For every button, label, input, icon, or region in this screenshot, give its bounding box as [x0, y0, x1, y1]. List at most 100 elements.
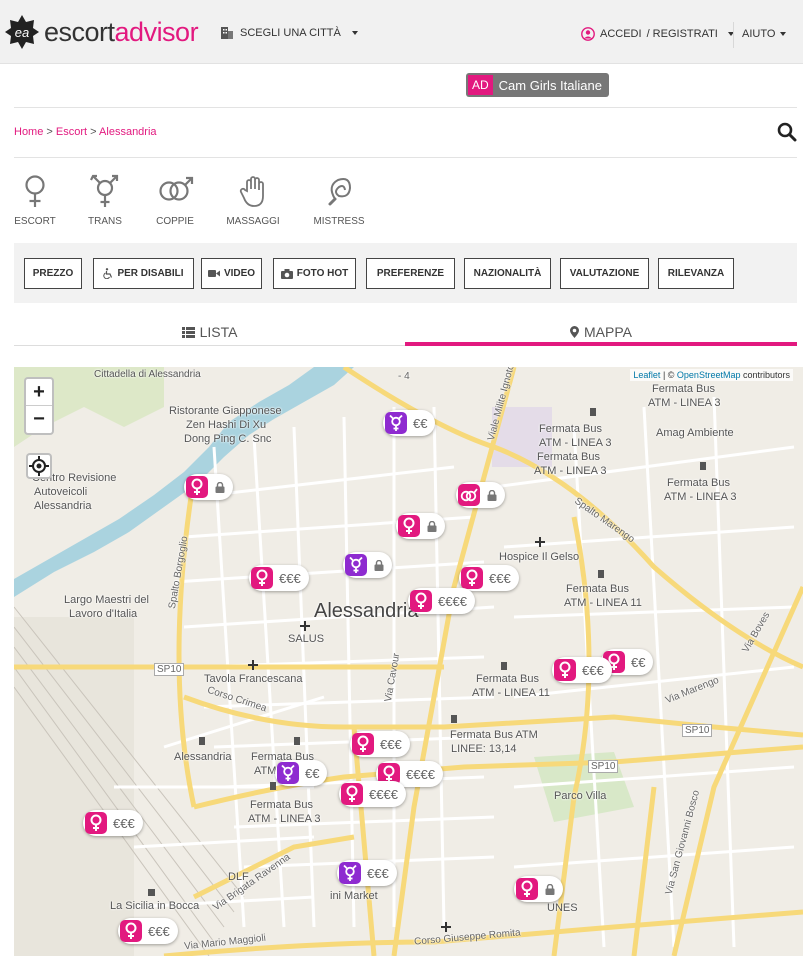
login-link[interactable]: ACCEDI [600, 28, 642, 40]
category-trans[interactable]: TRANS [75, 174, 135, 227]
map-pin-icon [570, 326, 579, 338]
search-icon[interactable] [777, 122, 797, 142]
breadcrumb-city[interactable]: Alessandria [99, 126, 156, 138]
divider [14, 157, 797, 158]
lock-icon [487, 489, 497, 501]
category-massaggi[interactable]: MASSAGGI [223, 174, 283, 227]
map-marker[interactable]: €€€€ [339, 781, 406, 807]
wheelchair-icon [103, 268, 113, 279]
map-label: Fermata Bus ATM [450, 729, 538, 741]
camera-icon [280, 268, 293, 279]
map-label: Fermata Bus [652, 383, 715, 395]
crosshair-icon [29, 456, 49, 476]
map-label: Autoveicoli [34, 486, 88, 498]
video-camera-icon [207, 270, 220, 277]
filter-preferences-button[interactable]: PREFERENZE [366, 258, 455, 289]
map-marker[interactable]: €€€ [350, 731, 410, 757]
map-marker[interactable]: €€€ [249, 565, 309, 591]
logo-badge-icon: ea [5, 15, 39, 49]
filter-bar: PREZZO PER DISABILI VIDEO FOTO HOT PREFE… [14, 243, 797, 303]
filter-nationality-button[interactable]: NAZIONALITÀ [464, 258, 551, 289]
attribution-text: contributors [740, 370, 790, 380]
map-label: ATM - LINEA 3 [539, 437, 612, 449]
filter-rating-button[interactable]: VALUTAZIONE [560, 258, 649, 289]
user-icon [581, 27, 595, 41]
list-icon [181, 326, 195, 338]
map-view[interactable]: - 4 Cittadella di Alessandria Ristorante… [14, 367, 803, 956]
filter-disabled-button[interactable]: PER DISABILI [93, 258, 194, 289]
map-marker[interactable]: €€€€ [408, 588, 475, 614]
map-marker[interactable] [343, 552, 392, 578]
map-label: Cittadella di Alessandria [94, 369, 201, 380]
map-label: Hospice Il Gelso [499, 551, 580, 563]
couple-symbol-icon [159, 176, 194, 201]
top-navbar: ea escortadvisor SCEGLI UNA CITTÀ ACCEDI… [0, 0, 803, 64]
zoom-in-button[interactable]: + [26, 379, 52, 406]
female-symbol-icon [186, 476, 208, 498]
filter-label: PER DISABILI [117, 268, 184, 279]
map-label: - 4 [398, 371, 410, 382]
category-label: COPPIE [156, 216, 194, 227]
female-symbol-icon [85, 812, 107, 834]
filter-photo-button[interactable]: FOTO HOT [273, 258, 356, 289]
marker-price: €€€ [489, 570, 511, 586]
map-marker[interactable]: €€€ [552, 657, 612, 683]
leaflet-link[interactable]: Leaflet [633, 370, 660, 380]
filter-relevance-button[interactable]: RILEVANZA [658, 258, 734, 289]
map-label: ATM - LINEA 3 [648, 397, 721, 409]
lock-icon [215, 481, 225, 493]
map-label: Largo Maestri del [64, 594, 149, 606]
breadcrumb-separator: > [46, 126, 53, 138]
female-symbol-icon [251, 567, 273, 589]
site-logo[interactable]: ea escortadvisor [4, 14, 199, 50]
transgender-symbol-icon [345, 554, 367, 576]
map-label: ini Market [330, 890, 378, 902]
marker-price: €€€€ [406, 766, 435, 782]
map-marker[interactable]: €€€ [83, 810, 143, 836]
map-marker[interactable] [396, 513, 445, 539]
marker-price: €€€€ [369, 786, 398, 802]
map-label: Fermata Bus [476, 673, 539, 685]
map-label: Fermata Bus [537, 451, 600, 463]
filter-label: PREZZO [32, 268, 74, 279]
map-marker[interactable]: €€€ [337, 860, 397, 886]
ad-banner[interactable]: AD Cam Girls Italiane [466, 73, 609, 97]
filter-price-button[interactable]: PREZZO [24, 258, 82, 289]
female-symbol-icon [516, 878, 538, 900]
map-label: Amag Ambiente [656, 427, 734, 439]
map-marker[interactable]: €€€ [459, 565, 519, 591]
whip-icon [328, 178, 352, 206]
map-label: ATM - LINEA 3 [664, 491, 737, 503]
register-link[interactable]: / REGISTRATI [647, 28, 718, 40]
city-selector[interactable]: SCEGLI UNA CITTÀ [220, 26, 358, 39]
category-coppie[interactable]: COPPIE [145, 174, 205, 227]
female-symbol-icon [341, 783, 363, 805]
map-marker[interactable]: €€ [383, 410, 436, 436]
breadcrumb-escort[interactable]: Escort [56, 126, 87, 138]
map-marker[interactable]: €€ [275, 760, 328, 786]
tab-list[interactable]: LISTA [14, 316, 405, 348]
map-marker[interactable]: €€€ [118, 918, 178, 944]
chevron-down-icon [351, 30, 358, 35]
map-label: Parco Villa [554, 790, 607, 802]
osm-link[interactable]: OpenStreetMap [677, 370, 741, 380]
map-label: ATM - LINEA 11 [472, 687, 550, 699]
category-escort[interactable]: ESCORT [5, 174, 65, 227]
account-menu[interactable]: ACCEDI / REGISTRATI [581, 27, 734, 41]
divider [733, 22, 734, 48]
filter-label: NAZIONALITÀ [473, 268, 542, 279]
filter-video-button[interactable]: VIDEO [201, 258, 262, 289]
map-marker[interactable] [184, 474, 233, 500]
map-marker[interactable] [514, 876, 563, 902]
map-marker[interactable] [456, 482, 505, 508]
tab-label: LISTA [199, 324, 238, 340]
help-menu[interactable]: AIUTO [742, 28, 787, 40]
view-tabs: LISTA MAPPA [14, 316, 797, 348]
marker-price: €€€ [148, 923, 170, 939]
map-label: ATM - LINEA 11 [564, 597, 642, 609]
locate-button[interactable] [26, 453, 52, 479]
category-mistress[interactable]: MISTRESS [309, 174, 369, 227]
breadcrumb-home[interactable]: Home [14, 126, 43, 138]
zoom-out-button[interactable]: − [26, 406, 52, 433]
female-symbol-icon [398, 515, 420, 537]
